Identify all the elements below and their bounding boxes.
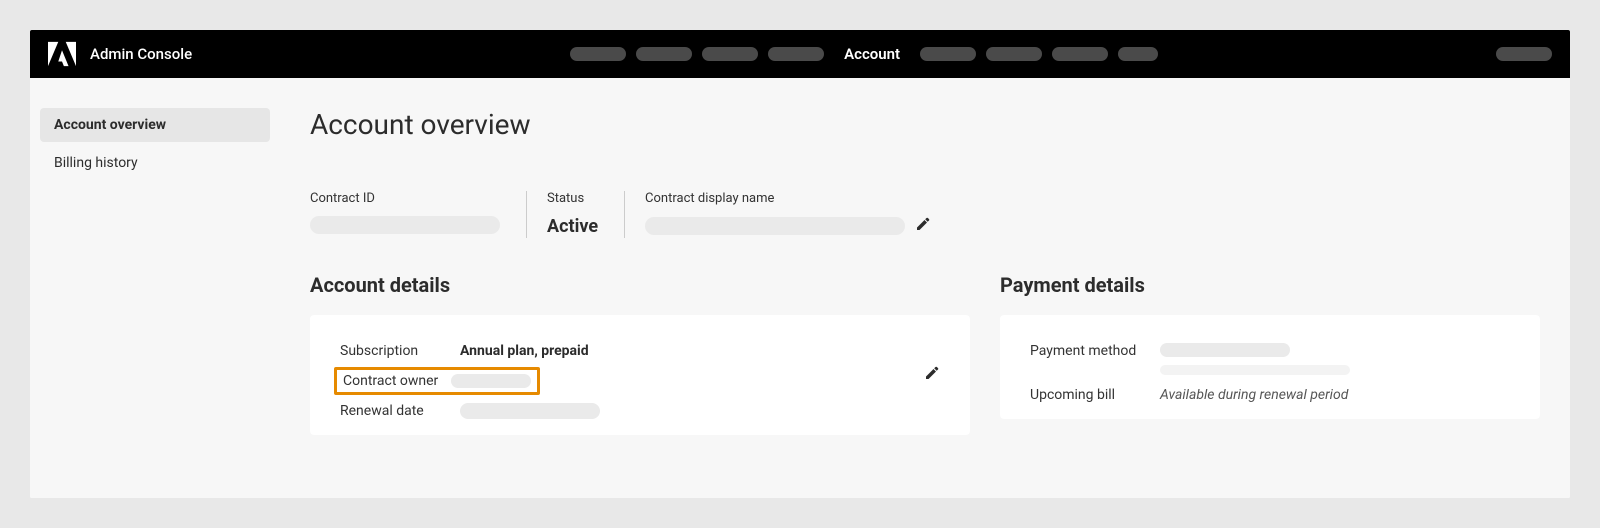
display-name-label: Contract display name <box>645 191 931 206</box>
sidebar-item-label: Billing history <box>54 155 138 171</box>
nav-item-placeholder[interactable] <box>570 47 626 61</box>
payment-method-label: Payment method <box>1030 343 1160 359</box>
topbar-right-placeholder[interactable] <box>1496 47 1552 61</box>
payment-details-card: Payment method Upcoming bill Available d… <box>1000 315 1540 419</box>
contract-owner-value-redacted <box>451 374 531 388</box>
display-name-value-redacted <box>645 217 905 235</box>
contract-id-block: Contract ID <box>310 191 526 238</box>
nav-item-account[interactable]: Account <box>834 45 910 63</box>
renewal-date-value-redacted <box>460 403 600 419</box>
payment-method-row: Payment method <box>1030 337 1510 381</box>
nav-item-placeholder[interactable] <box>1052 47 1108 61</box>
sidebar: Account overview Billing history <box>30 78 280 498</box>
account-details-col: Account details Subscription Annual plan… <box>310 273 970 435</box>
sidebar-item-label: Account overview <box>54 117 166 133</box>
nav-item-placeholder[interactable] <box>1118 47 1158 61</box>
subscription-label: Subscription <box>340 343 460 359</box>
app-title: Admin Console <box>90 45 192 63</box>
body: Account overview Billing history Account… <box>30 78 1570 498</box>
nav-item-placeholder[interactable] <box>986 47 1042 61</box>
pencil-icon <box>915 216 931 232</box>
page-title: Account overview <box>310 108 1540 141</box>
nav-item-placeholder[interactable] <box>768 47 824 61</box>
payment-method-detail-redacted <box>1160 365 1350 375</box>
status-block: Status Active <box>526 191 624 238</box>
main: Account overview Contract ID Status Acti… <box>280 78 1570 498</box>
payment-details-heading: Payment details <box>1000 273 1540 297</box>
nav-item-placeholder[interactable] <box>702 47 758 61</box>
contract-owner-highlight: Contract owner <box>334 367 540 395</box>
sidebar-item-account-overview[interactable]: Account overview <box>40 108 270 142</box>
contract-id-value-redacted <box>310 216 500 234</box>
renewal-date-label: Renewal date <box>340 403 460 419</box>
pencil-icon <box>924 365 940 381</box>
adobe-logo-icon <box>48 41 76 67</box>
status-label: Status <box>547 191 598 206</box>
upcoming-bill-label: Upcoming bill <box>1030 387 1160 403</box>
display-name-block: Contract display name <box>624 191 957 238</box>
account-details-heading: Account details <box>310 273 970 297</box>
nav-item-placeholder[interactable] <box>920 47 976 61</box>
top-nav: Account <box>570 45 1158 63</box>
edit-display-name-button[interactable] <box>915 216 931 236</box>
contract-meta-row: Contract ID Status Active Contract displ… <box>310 191 1540 238</box>
payment-details-col: Payment details Payment method Upcoming … <box>1000 273 1540 419</box>
details-columns: Account details Subscription Annual plan… <box>310 273 1540 435</box>
status-value: Active <box>547 216 598 237</box>
upcoming-bill-value: Available during renewal period <box>1160 387 1348 403</box>
renewal-date-row: Renewal date <box>340 397 940 425</box>
topbar: Admin Console Account <box>30 30 1570 78</box>
account-details-card: Subscription Annual plan, prepaid Contra… <box>310 315 970 435</box>
contract-owner-label: Contract owner <box>343 373 451 389</box>
nav-item-placeholder[interactable] <box>636 47 692 61</box>
contract-owner-row: Contract owner <box>340 365 940 397</box>
payment-method-value-redacted <box>1160 343 1290 357</box>
contract-id-label: Contract ID <box>310 191 500 206</box>
subscription-row: Subscription Annual plan, prepaid <box>340 337 940 365</box>
edit-account-details-button[interactable] <box>924 365 940 385</box>
sidebar-item-billing-history[interactable]: Billing history <box>40 146 270 180</box>
topbar-right <box>1496 47 1552 61</box>
upcoming-bill-row: Upcoming bill Available during renewal p… <box>1030 381 1510 409</box>
subscription-value: Annual plan, prepaid <box>460 343 589 359</box>
app-frame: Admin Console Account Account overview B… <box>30 30 1570 498</box>
